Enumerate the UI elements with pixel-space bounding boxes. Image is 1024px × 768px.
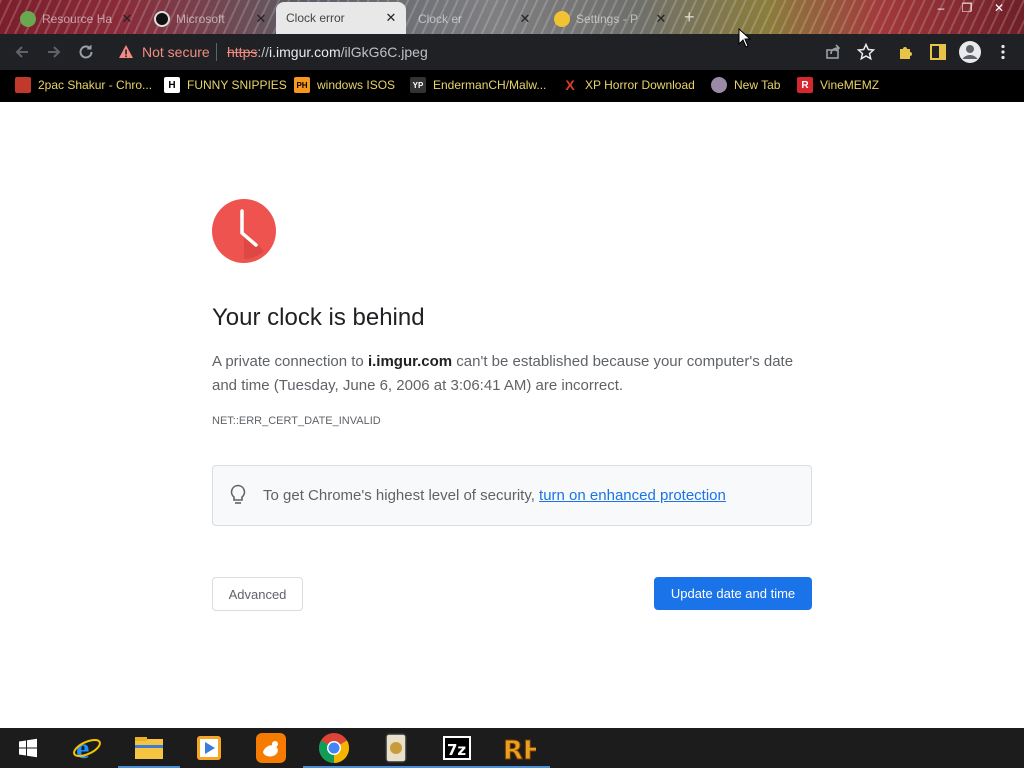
tab-clock-error-2[interactable]: Clock er ✕ (410, 4, 540, 34)
lightbulb-icon (229, 484, 247, 511)
taskbar-media-player[interactable] (178, 728, 240, 768)
settings-favicon-icon (554, 11, 570, 27)
svg-text:RH: RH (503, 736, 536, 763)
bookmark-endermanch[interactable]: YP EndermanCH/Malw... (410, 77, 546, 93)
profile-avatar-icon[interactable] (958, 40, 982, 64)
interstitial-page: Your clock is behind A private connectio… (0, 102, 1024, 728)
extensions-puzzle-icon[interactable] (896, 42, 916, 62)
bookmark-label: FUNNY SNIPPIES (187, 78, 287, 92)
bandicam-icon (385, 733, 407, 763)
update-date-time-button[interactable]: Update date and time (654, 577, 812, 610)
forward-icon[interactable] (44, 42, 64, 62)
bookmark-label: XP Horror Download (585, 78, 695, 92)
bookmark-favicon-icon: R (797, 77, 813, 93)
bookmark-label: EndermanCH/Malw... (433, 78, 547, 92)
github-favicon-icon (154, 11, 170, 27)
bookmark-xp-horror[interactable]: X XP Horror Download (562, 77, 695, 93)
url-divider (216, 43, 217, 61)
taskbar-file-explorer[interactable] (118, 728, 180, 768)
svg-text:e: e (76, 733, 89, 763)
browser-toolbar: Not secure https://i.imgur.com/ilGkG6C.j… (0, 34, 1024, 70)
internet-explorer-icon: e (73, 733, 101, 763)
tab-strip: Resource Ha ✕ Microsoft ✕ Clock error ✕ … (0, 0, 1024, 34)
bookmarks-bar: 2pac Shakur - Chro... H FUNNY SNIPPIES P… (0, 70, 1024, 102)
tab-title: Settings - P (576, 12, 639, 26)
taskbar-bandicam[interactable] (365, 728, 427, 768)
taskbar-uc-browser[interactable] (240, 728, 302, 768)
bookmark-favicon-icon: PH (294, 77, 310, 93)
bookmark-windows-isos[interactable]: PH windows ISOS (294, 77, 395, 93)
tab-resource-hacker[interactable]: Resource Ha ✕ (12, 4, 142, 34)
share-icon[interactable] (823, 42, 843, 62)
taskbar-internet-explorer[interactable]: e (56, 728, 118, 768)
start-button[interactable] (0, 728, 56, 768)
warning-triangle-icon[interactable] (118, 44, 134, 65)
desc-host: i.imgur.com (367, 353, 453, 370)
taskbar-7zip[interactable]: 7z (426, 728, 488, 768)
bookmark-vinememz[interactable]: R VineMEMZ (797, 77, 879, 93)
chrome-menu-icon[interactable] (993, 42, 1013, 62)
close-tab-icon[interactable]: ✕ (384, 10, 398, 26)
tab-settings[interactable]: Settings - P ✕ (546, 4, 676, 34)
bookmark-new-tab[interactable]: New Tab (711, 77, 780, 93)
not-secure-label[interactable]: Not secure (142, 44, 210, 60)
reload-icon[interactable] (76, 42, 96, 62)
page-title: Your clock is behind (212, 304, 425, 331)
7zip-icon: 7z (443, 736, 471, 760)
resource-hacker-favicon-icon (20, 11, 36, 27)
security-tip-label: To get Chrome's highest level of securit… (263, 487, 540, 504)
start-icon (19, 738, 37, 758)
resource-hacker-icon: RH (503, 736, 537, 764)
enhanced-protection-link[interactable]: turn on enhanced protection (539, 487, 726, 504)
advanced-button[interactable]: Advanced (212, 577, 303, 611)
media-player-icon (197, 736, 221, 760)
bookmark-label: windows ISOS (317, 78, 396, 92)
restore-window-button[interactable]: ❐ (952, 0, 982, 18)
bookmark-favicon-icon (711, 77, 727, 93)
security-tip-text: To get Chrome's highest level of securit… (263, 487, 726, 504)
svg-text:7z: 7z (447, 741, 466, 759)
bookmark-funny-snippies[interactable]: H FUNNY SNIPPIES (164, 77, 287, 93)
close-tab-icon[interactable]: ✕ (254, 11, 268, 27)
tab-title: Clock error (286, 11, 345, 25)
back-icon[interactable] (12, 42, 32, 62)
bookmark-label: VineMEMZ (820, 78, 880, 92)
bookmark-favicon-icon: H (164, 77, 180, 93)
chrome-icon (318, 733, 350, 763)
address-bar[interactable]: https://i.imgur.com/ilGkG6C.jpeg (227, 44, 428, 60)
bookmark-label: New Tab (734, 78, 781, 92)
bookmark-star-icon[interactable] (856, 42, 876, 62)
bookmark-favicon-icon: X (565, 77, 575, 93)
desc-prefix: A private connection to (212, 353, 368, 370)
bookmark-label: 2pac Shakur - Chro... (38, 78, 153, 92)
file-explorer-icon (135, 737, 163, 759)
tab-title: Clock er (418, 12, 463, 26)
taskbar-chrome[interactable] (303, 728, 365, 768)
close-tab-icon[interactable]: ✕ (518, 11, 532, 27)
close-window-button[interactable]: ✕ (984, 0, 1014, 18)
new-tab-plus-icon[interactable]: + (684, 7, 695, 28)
bookmark-favicon-icon (15, 77, 31, 93)
url-host: i.imgur.com (269, 44, 341, 60)
bookmark-2pac[interactable]: 2pac Shakur - Chro... (15, 77, 152, 93)
tab-clock-error[interactable]: Clock error ✕ (276, 2, 406, 34)
taskbar-resource-hacker[interactable]: RH (488, 728, 550, 768)
mouse-cursor-icon (738, 27, 752, 53)
side-panel-icon[interactable] (928, 42, 948, 62)
error-code[interactable]: NET::ERR_CERT_DATE_INVALID (212, 415, 381, 427)
uc-browser-icon (256, 733, 286, 763)
tab-microsoft[interactable]: Microsoft ✕ (146, 4, 276, 34)
error-description: A private connection to i.imgur.com can'… (212, 350, 812, 398)
url-separator: :// (257, 44, 270, 60)
bookmark-favicon-icon: YP (410, 77, 426, 93)
windows-taskbar: e 7z RH (0, 728, 1024, 768)
url-scheme: https (227, 44, 258, 60)
tab-title: Microsoft (176, 12, 225, 26)
url-path: /ilGkG6C.jpeg (340, 44, 428, 60)
tab-title: Resource Ha (42, 12, 113, 26)
clock-error-icon (212, 199, 276, 263)
enhanced-protection-banner: To get Chrome's highest level of securit… (212, 465, 812, 526)
close-tab-icon[interactable]: ✕ (654, 11, 668, 27)
close-tab-icon[interactable]: ✕ (120, 11, 134, 27)
